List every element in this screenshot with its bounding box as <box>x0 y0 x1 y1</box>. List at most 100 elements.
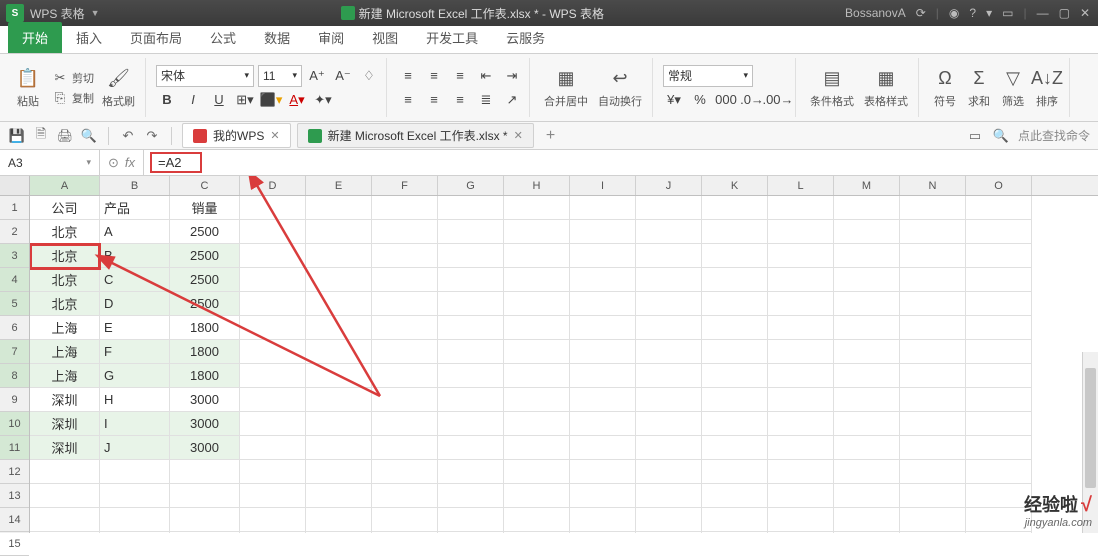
row-header-8[interactable]: 8 <box>0 364 29 388</box>
cell-N3[interactable] <box>900 244 966 268</box>
cell-I2[interactable] <box>570 220 636 244</box>
italic-button[interactable]: I <box>182 89 204 111</box>
cell-K3[interactable] <box>702 244 768 268</box>
cell-D13[interactable] <box>240 484 306 508</box>
cell-H5[interactable] <box>504 292 570 316</box>
cell-O11[interactable] <box>966 436 1032 460</box>
cell-N8[interactable] <box>900 364 966 388</box>
cell-L10[interactable] <box>768 412 834 436</box>
minimize-button[interactable]: — <box>1037 6 1049 20</box>
cell-L7[interactable] <box>768 340 834 364</box>
cell-A2[interactable]: 北京 <box>30 220 100 244</box>
cell-B1[interactable]: 产品 <box>100 196 170 220</box>
col-header-B[interactable]: B <box>100 176 170 195</box>
cell-G4[interactable] <box>438 268 504 292</box>
cell-A3[interactable]: 北京 <box>30 244 100 268</box>
cell-I6[interactable] <box>570 316 636 340</box>
cell-F8[interactable] <box>372 364 438 388</box>
tab-cloud[interactable]: 云服务 <box>492 22 559 53</box>
close-tab-icon[interactable]: ✕ <box>514 129 523 142</box>
cell-F9[interactable] <box>372 388 438 412</box>
cell-M7[interactable] <box>834 340 900 364</box>
cell-E11[interactable] <box>306 436 372 460</box>
cell-D7[interactable] <box>240 340 306 364</box>
cell-J9[interactable] <box>636 388 702 412</box>
cell-O4[interactable] <box>966 268 1032 292</box>
tab-data[interactable]: 数据 <box>250 22 304 53</box>
cell-K7[interactable] <box>702 340 768 364</box>
cell-I9[interactable] <box>570 388 636 412</box>
cell-C11[interactable]: 3000 <box>170 436 240 460</box>
cell-H12[interactable] <box>504 460 570 484</box>
cell-E7[interactable] <box>306 340 372 364</box>
cell-G1[interactable] <box>438 196 504 220</box>
cell-J8[interactable] <box>636 364 702 388</box>
tab-formula[interactable]: 公式 <box>196 22 250 53</box>
align-right-button[interactable]: ≡ <box>449 89 471 111</box>
cell-K10[interactable] <box>702 412 768 436</box>
cell-F4[interactable] <box>372 268 438 292</box>
cell-I13[interactable] <box>570 484 636 508</box>
cell-M2[interactable] <box>834 220 900 244</box>
cell-M6[interactable] <box>834 316 900 340</box>
cell-M11[interactable] <box>834 436 900 460</box>
options-dropdown[interactable]: ▾ <box>986 6 992 20</box>
cell-D9[interactable] <box>240 388 306 412</box>
cell-G12[interactable] <box>438 460 504 484</box>
cell-A5[interactable]: 北京 <box>30 292 100 316</box>
fill-color-button[interactable]: ⬛▾ <box>260 89 282 111</box>
cell-H3[interactable] <box>504 244 570 268</box>
col-header-M[interactable]: M <box>834 176 900 195</box>
cell-E12[interactable] <box>306 460 372 484</box>
row-header-15[interactable]: 15 <box>0 532 29 556</box>
cell-C7[interactable]: 1800 <box>170 340 240 364</box>
user-name[interactable]: BossanovA <box>845 6 906 20</box>
cell-G10[interactable] <box>438 412 504 436</box>
cell-M8[interactable] <box>834 364 900 388</box>
cell-J12[interactable] <box>636 460 702 484</box>
cell-F10[interactable] <box>372 412 438 436</box>
cell-N4[interactable] <box>900 268 966 292</box>
number-format-select[interactable]: 常规▾ <box>663 65 753 87</box>
cell-D12[interactable] <box>240 460 306 484</box>
align-top-button[interactable]: ≡ <box>397 65 419 87</box>
tab-review[interactable]: 审阅 <box>304 22 358 53</box>
cell-B10[interactable]: I <box>100 412 170 436</box>
cell-C12[interactable] <box>170 460 240 484</box>
cell-C4[interactable]: 2500 <box>170 268 240 292</box>
cell-N9[interactable] <box>900 388 966 412</box>
cell-B12[interactable] <box>100 460 170 484</box>
effects-button[interactable]: ✦▾ <box>312 89 334 111</box>
row-header-6[interactable]: 6 <box>0 316 29 340</box>
cell-G3[interactable] <box>438 244 504 268</box>
cell-O8[interactable] <box>966 364 1032 388</box>
cell-F1[interactable] <box>372 196 438 220</box>
cell-J2[interactable] <box>636 220 702 244</box>
increase-decimal-button[interactable]: .0→ <box>741 89 763 111</box>
cell-C8[interactable]: 1800 <box>170 364 240 388</box>
cell-L11[interactable] <box>768 436 834 460</box>
close-button[interactable]: ✕ <box>1080 6 1090 20</box>
cell-E14[interactable] <box>306 508 372 532</box>
cell-L13[interactable] <box>768 484 834 508</box>
cell-L5[interactable] <box>768 292 834 316</box>
cell-O9[interactable] <box>966 388 1032 412</box>
cell-K8[interactable] <box>702 364 768 388</box>
cell-K9[interactable] <box>702 388 768 412</box>
cell-A14[interactable] <box>30 508 100 532</box>
redo-icon[interactable]: ↷ <box>143 127 161 145</box>
format-painter-button[interactable]: 🖌 格式刷 <box>98 65 139 111</box>
cell-O12[interactable] <box>966 460 1032 484</box>
cell-A7[interactable]: 上海 <box>30 340 100 364</box>
row-header-2[interactable]: 2 <box>0 220 29 244</box>
row-header-5[interactable]: 5 <box>0 292 29 316</box>
col-header-C[interactable]: C <box>170 176 240 195</box>
conditional-format-button[interactable]: ▤条件格式 <box>806 65 858 111</box>
cell-N10[interactable] <box>900 412 966 436</box>
cell-E6[interactable] <box>306 316 372 340</box>
cell-K2[interactable] <box>702 220 768 244</box>
cell-C2[interactable]: 2500 <box>170 220 240 244</box>
cell-A8[interactable]: 上海 <box>30 364 100 388</box>
cell-I3[interactable] <box>570 244 636 268</box>
cell-I7[interactable] <box>570 340 636 364</box>
